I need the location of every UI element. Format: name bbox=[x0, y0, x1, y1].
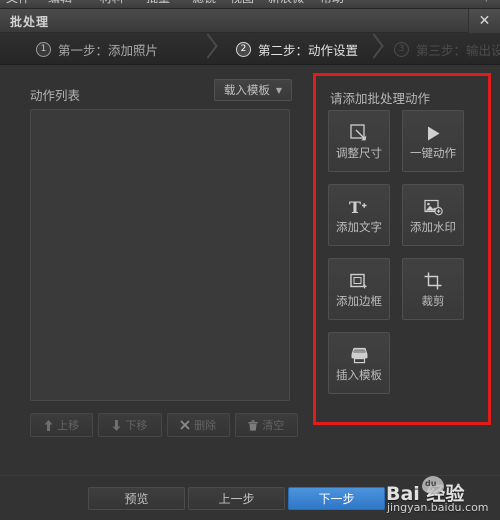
step-3-label: 第三步：输出设置 bbox=[416, 42, 500, 58]
action-list-title: 动作列表 bbox=[30, 88, 81, 103]
dialog-body: 动作列表 载入模板 ▼ 上移 下移 删除 清空 请添加批处理动作 调整尺寸 一键… bbox=[0, 65, 500, 475]
one-click-action-button[interactable]: 一键动作 bbox=[402, 110, 464, 172]
trash-icon bbox=[248, 419, 258, 431]
crop-action-button[interactable]: 裁剪 bbox=[402, 258, 464, 320]
add-watermark-action-label: 添加水印 bbox=[410, 220, 456, 235]
close-icon[interactable]: ✕ bbox=[468, 9, 500, 33]
dialog-footer: 预览 上一步 下一步 bbox=[0, 475, 500, 520]
menu-item-6[interactable]: 新浪微 bbox=[268, 0, 304, 5]
move-up-button[interactable]: 上移 bbox=[30, 413, 94, 437]
previous-step-button[interactable]: 上一步 bbox=[188, 487, 285, 510]
move-up-label: 上移 bbox=[57, 419, 80, 432]
action-button-grid: 调整尺寸 一键动作 T 添加文字 添加水印 添加边框 裁剪 插入模板 bbox=[328, 110, 476, 394]
step-1-label: 第一步：添加照片 bbox=[58, 42, 159, 58]
preview-button[interactable]: 预览 bbox=[88, 487, 185, 510]
play-icon bbox=[421, 122, 445, 144]
menu-corner-icon: ⌐ bbox=[485, 0, 494, 6]
load-template-label: 载入模板 bbox=[223, 83, 270, 97]
next-step-button[interactable]: 下一步 bbox=[288, 487, 385, 510]
menu-item-7[interactable]: 帮助 bbox=[320, 0, 344, 5]
add-border-action-label: 添加边框 bbox=[336, 294, 382, 309]
clear-all-label: 清空 bbox=[262, 419, 285, 432]
template-insert-icon bbox=[347, 344, 371, 366]
crop-icon bbox=[421, 270, 445, 292]
border-add-icon bbox=[347, 270, 371, 292]
step-3-number: 3 bbox=[394, 41, 409, 57]
step-1-number: 1 bbox=[36, 41, 51, 57]
menu-item-3[interactable]: 批量 bbox=[146, 0, 170, 5]
app-menu-bar[interactable]: 文件 编辑 材料 批量 滤镜 视图 新浪微 帮助 ⌐ bbox=[0, 0, 500, 9]
delete-label: 删除 bbox=[194, 419, 217, 432]
step-indicator-bar: 1 第一步：添加照片 2 第二步：动作设置 3 第三步：输出设置 bbox=[0, 33, 500, 65]
add-text-action-button[interactable]: T 添加文字 bbox=[328, 184, 390, 246]
move-down-label: 下移 bbox=[125, 419, 148, 432]
add-border-action-button[interactable]: 添加边框 bbox=[328, 258, 390, 320]
add-watermark-action-button[interactable]: 添加水印 bbox=[402, 184, 464, 246]
watermark-add-icon bbox=[421, 196, 445, 218]
resize-action-label: 调整尺寸 bbox=[336, 146, 382, 161]
action-list-panel: 动作列表 载入模板 ▼ 上移 下移 删除 清空 bbox=[12, 77, 308, 463]
close-x-icon bbox=[180, 420, 190, 430]
dialog-title: 批处理 bbox=[10, 15, 50, 29]
delete-button[interactable]: 删除 bbox=[166, 413, 230, 437]
action-list-empty-area[interactable] bbox=[30, 109, 290, 401]
menu-item-1[interactable]: 编辑 bbox=[48, 0, 72, 5]
step-2-number: 2 bbox=[236, 41, 251, 57]
menu-item-0[interactable]: 文件 bbox=[6, 0, 30, 5]
crop-action-label: 裁剪 bbox=[421, 294, 445, 309]
action-list-toolbar: 上移 下移 删除 清空 bbox=[30, 413, 298, 437]
menu-item-5[interactable]: 视图 bbox=[230, 0, 254, 5]
clear-all-button[interactable]: 清空 bbox=[234, 413, 298, 437]
arrow-down-icon bbox=[112, 419, 121, 431]
add-actions-panel: 请添加批处理动作 调整尺寸 一键动作 T 添加文字 添加水印 添加边框 裁剪 插… bbox=[313, 73, 491, 425]
step-2-label: 第二步：动作设置 bbox=[258, 42, 359, 58]
chevron-down-icon: ▼ bbox=[275, 85, 283, 95]
step-3-output-settings: 3 第三步：输出设置 bbox=[380, 33, 500, 64]
resize-icon bbox=[347, 122, 371, 144]
insert-template-action-button[interactable]: 插入模板 bbox=[328, 332, 390, 394]
insert-template-action-label: 插入模板 bbox=[336, 368, 382, 383]
add-actions-title: 请添加批处理动作 bbox=[330, 91, 431, 106]
move-down-button[interactable]: 下移 bbox=[98, 413, 162, 437]
one-click-action-label: 一键动作 bbox=[410, 146, 456, 161]
menu-item-4[interactable]: 滤镜 bbox=[192, 0, 216, 5]
step-1-add-photos[interactable]: 1 第一步：添加照片 bbox=[22, 33, 159, 64]
svg-text:T: T bbox=[349, 199, 361, 216]
dialog-titlebar: 批处理 ✕ bbox=[0, 9, 500, 33]
menu-item-2[interactable]: 材料 bbox=[100, 0, 124, 5]
text-add-icon: T bbox=[347, 196, 371, 218]
resize-action-button[interactable]: 调整尺寸 bbox=[328, 110, 390, 172]
step-arrow-1-icon bbox=[200, 33, 222, 64]
arrow-up-icon bbox=[44, 419, 53, 431]
add-text-action-label: 添加文字 bbox=[336, 220, 382, 235]
step-2-action-settings[interactable]: 2 第二步：动作设置 bbox=[222, 33, 359, 64]
load-template-dropdown[interactable]: 载入模板 ▼ bbox=[214, 79, 292, 101]
